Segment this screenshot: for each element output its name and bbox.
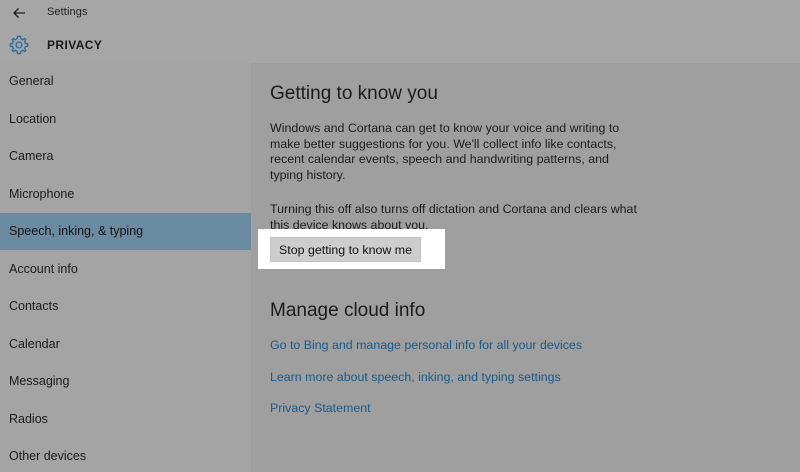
stop-getting-to-know-me-button[interactable]: Stop getting to know me bbox=[270, 237, 421, 262]
manage-cloud-info-heading: Manage cloud info bbox=[270, 300, 426, 321]
sidebar-item-microphone[interactable]: Microphone bbox=[0, 176, 251, 213]
back-button[interactable] bbox=[10, 4, 28, 22]
sidebar-item-calendar[interactable]: Calendar bbox=[0, 326, 251, 363]
section-title: PRIVACY bbox=[47, 38, 103, 52]
getting-to-know-you-heading: Getting to know you bbox=[270, 83, 438, 104]
sidebar-item-radios[interactable]: Radios bbox=[0, 401, 251, 438]
sidebar-item-camera[interactable]: Camera bbox=[0, 138, 251, 175]
sidebar-item-account-info[interactable]: Account info bbox=[0, 251, 251, 288]
getting-to-know-you-description: Windows and Cortana can get to know your… bbox=[270, 121, 620, 182]
sidebar-item-general[interactable]: General bbox=[0, 63, 251, 100]
privacy-statement-link[interactable]: Privacy Statement bbox=[270, 401, 371, 415]
back-arrow-icon bbox=[13, 8, 25, 18]
sidebar-item-other-devices[interactable]: Other devices bbox=[0, 438, 251, 472]
learn-more-speech-link[interactable]: Learn more about speech, inking, and typ… bbox=[270, 370, 561, 384]
settings-window: Settings PRIVACY General Location Camera… bbox=[0, 0, 800, 472]
bing-personal-info-link[interactable]: Go to Bing and manage personal info for … bbox=[270, 338, 582, 352]
sidebar: General Location Camera Microphone Speec… bbox=[0, 63, 251, 472]
title-bar: Settings bbox=[0, 0, 800, 26]
sidebar-item-speech-inking-typing[interactable]: Speech, inking, & typing bbox=[0, 213, 251, 250]
main-content: Getting to know you Windows and Cortana … bbox=[251, 63, 800, 472]
page-header: PRIVACY bbox=[0, 26, 800, 63]
sidebar-item-messaging[interactable]: Messaging bbox=[0, 363, 251, 400]
sidebar-item-location[interactable]: Location bbox=[0, 101, 251, 138]
app-title: Settings bbox=[47, 6, 88, 18]
gear-icon bbox=[9, 35, 29, 55]
sidebar-item-contacts[interactable]: Contacts bbox=[0, 288, 251, 325]
